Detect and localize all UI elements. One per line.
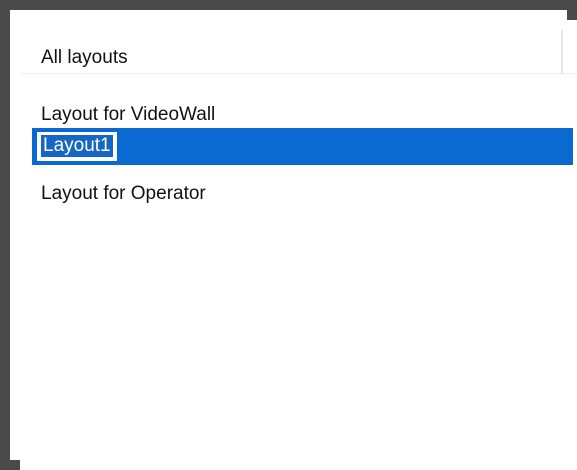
header-column-divider[interactable]	[561, 30, 563, 74]
list-header[interactable]: All layouts	[20, 20, 577, 74]
list-item-label: Layout for VideoWall	[41, 104, 216, 125]
layouts-list[interactable]: All layouts Layout for VideoWall Layout1…	[20, 20, 577, 470]
list-item-layout1-selected[interactable]: Layout1	[32, 128, 573, 165]
layouts-panel-frame: All layouts Layout for VideoWall Layout1…	[0, 0, 577, 470]
list-item-label: Layout for Operator	[41, 183, 206, 204]
list-item-layout-for-operator[interactable]: Layout for Operator	[32, 175, 573, 212]
list-header-label: All layouts	[41, 47, 128, 68]
rename-input[interactable]: Layout1	[36, 131, 118, 162]
rename-input-text[interactable]: Layout1	[41, 135, 113, 157]
